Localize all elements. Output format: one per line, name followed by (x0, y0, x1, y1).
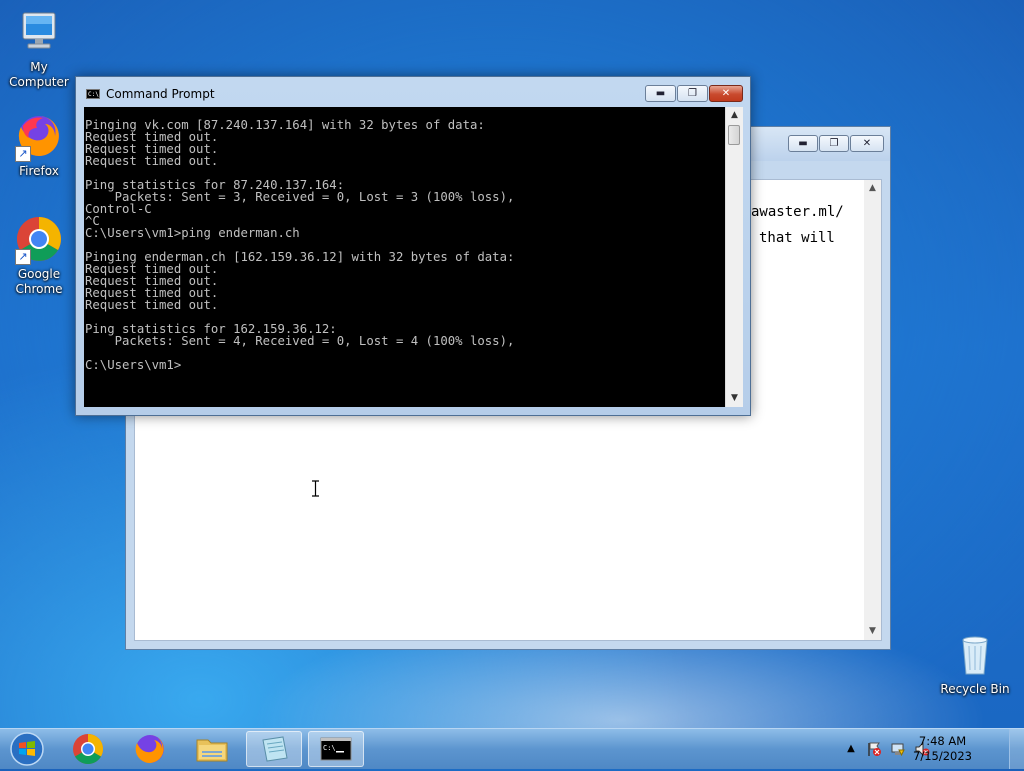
desktop-icon-google-chrome[interactable]: ↗ Google Chrome (0, 215, 78, 297)
scroll-down-icon[interactable]: ▼ (864, 623, 881, 640)
desktop-icon-recycle-bin[interactable]: Recycle Bin (936, 630, 1014, 697)
maximize-button[interactable]: ❐ (819, 135, 849, 152)
notepad-text-line: awaster.ml/ (751, 204, 844, 220)
chrome-icon: ↗ (15, 215, 63, 265)
close-button[interactable]: ✕ (709, 85, 743, 102)
scroll-thumb[interactable] (728, 125, 740, 145)
desktop-icon-my-computer[interactable]: My Computer (0, 8, 78, 90)
notepad-text-line: that will (759, 230, 835, 246)
maximize-button[interactable]: ❐ (677, 85, 708, 102)
clock-date: 7/15/2023 (913, 749, 972, 763)
cmd-icon: C:\ (320, 737, 352, 761)
desktop-icon-label: Recycle Bin (940, 682, 1010, 696)
command-prompt-window[interactable]: C:\ Command Prompt ▬ ❐ ✕ Pinging vk.com … (75, 76, 751, 416)
console-line: Packets: Sent = 4, Received = 0, Lost = … (85, 334, 515, 348)
taskbar-notepad-button[interactable] (246, 731, 302, 767)
close-button[interactable]: ✕ (850, 135, 884, 152)
console-line: C:\Users\vm1>ping enderman.ch (85, 226, 300, 240)
svg-text:C:\: C:\ (323, 744, 336, 752)
clock-time: 7:48 AM (918, 734, 967, 748)
minimize-button[interactable]: ▬ (788, 135, 818, 152)
action-center-flag-icon[interactable] (866, 741, 882, 757)
firefox-icon (135, 734, 164, 763)
taskbar-cmd-button[interactable]: C:\ (308, 731, 364, 767)
console-line: C:\Users\vm1> (85, 358, 182, 372)
desktop-icon-label: My Computer (9, 60, 69, 89)
desktop-icon-firefox[interactable]: ↗ Firefox (0, 112, 78, 179)
shortcut-arrow-icon: ↗ (15, 249, 31, 265)
taskbar-explorer-button[interactable] (184, 731, 240, 767)
start-button[interactable] (8, 731, 46, 767)
system-clock[interactable]: 7:48 AM 7/15/2023 (913, 734, 972, 764)
folder-icon (196, 739, 228, 762)
console-output: Pinging vk.com [87.240.137.164] with 32 … (85, 119, 514, 371)
console-line: Request timed out. (85, 298, 219, 312)
computer-icon (15, 8, 63, 56)
show-hidden-icons-chevron-icon[interactable]: ▲ (843, 741, 859, 757)
taskbar-firefox-button[interactable] (122, 731, 178, 767)
notepad-icon (262, 736, 288, 762)
scroll-up-icon[interactable]: ▲ (726, 107, 743, 124)
firefox-icon: ↗ (15, 112, 63, 162)
taskbar-chrome-button[interactable] (60, 731, 116, 767)
scroll-down-icon[interactable]: ▼ (726, 390, 743, 407)
chrome-icon (73, 734, 104, 765)
network-icon[interactable] (890, 741, 906, 757)
show-desktop-button[interactable] (1009, 729, 1024, 769)
shortcut-arrow-icon: ↗ (15, 146, 31, 162)
taskbar: C:\ ▲ 7:48 AM 7/15/2023 (0, 728, 1024, 769)
console-scrollbar[interactable]: ▲ ▼ (725, 107, 743, 407)
cmd-app-icon: C:\ (86, 89, 100, 99)
console-output-area[interactable]: Pinging vk.com [87.240.137.164] with 32 … (84, 107, 725, 407)
console-line: Request timed out. (85, 154, 219, 168)
scroll-up-icon[interactable]: ▲ (864, 180, 881, 197)
window-title: Command Prompt (106, 87, 215, 101)
desktop-icon-label: Google Chrome (15, 267, 63, 296)
text-cursor-icon (311, 480, 320, 497)
console-line: Control-C (85, 202, 152, 216)
recycle-bin-icon (951, 630, 999, 678)
desktop-icon-label: Firefox (19, 164, 59, 178)
minimize-button[interactable]: ▬ (645, 85, 676, 102)
notepad-scrollbar[interactable]: ▲ ▼ (864, 180, 881, 640)
